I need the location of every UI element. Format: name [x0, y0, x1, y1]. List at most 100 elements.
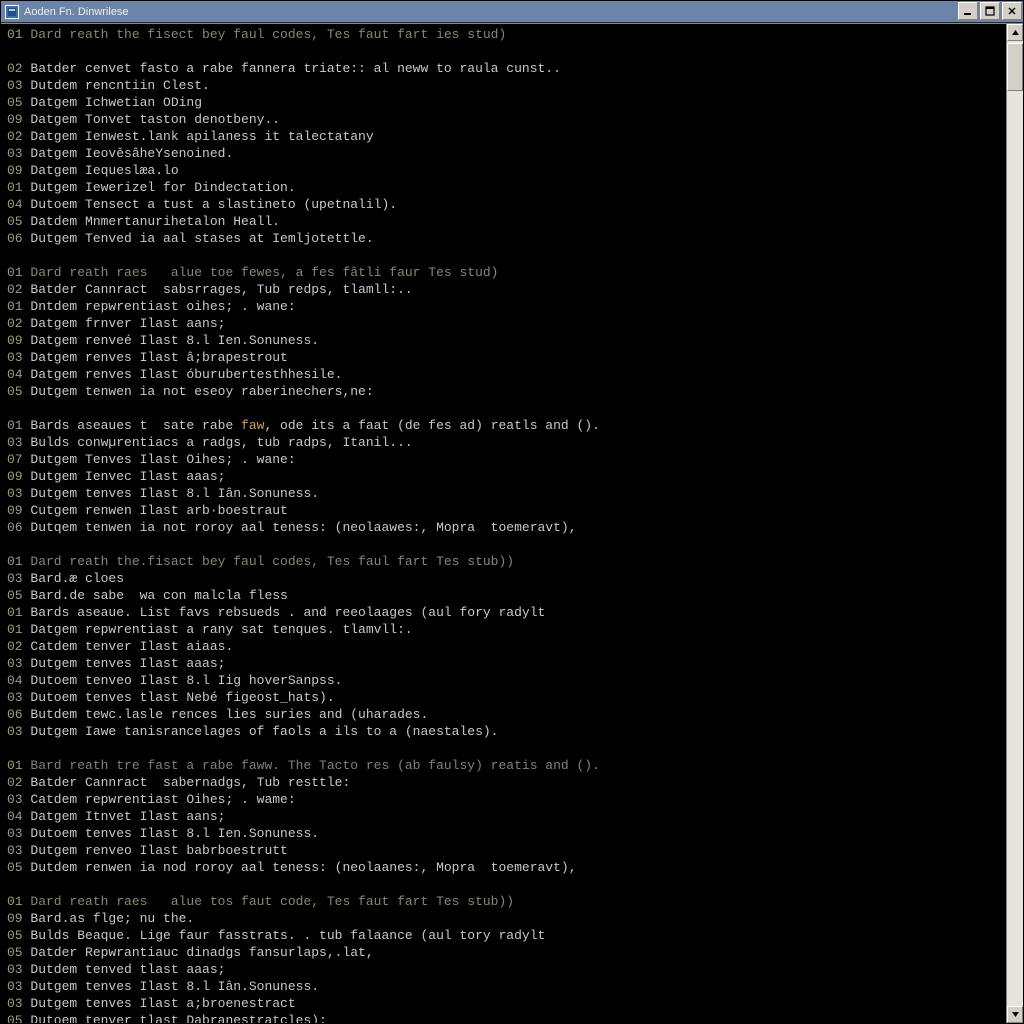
- terminal-line: 04 Datgem Itnvet Ilast aans;: [7, 808, 1002, 825]
- terminal-line: 06 Butdem tewc.lasle rences lies suries …: [7, 706, 1002, 723]
- line-number: 03: [7, 350, 30, 365]
- line-text: Datgem Itnvet Ilast aans;: [30, 809, 225, 824]
- terminal-line: [7, 536, 1002, 553]
- line-number: 06: [7, 707, 30, 722]
- terminal-line: 09 Datgem Iequeslæa.lo: [7, 162, 1002, 179]
- line-number: 03: [7, 979, 30, 994]
- line-text: Dutoem tenves tlast Nebé figeost_hats).: [30, 690, 334, 705]
- app-icon: [5, 5, 19, 19]
- line-text: Bulds Beaque. Lige faur fasstrats. . tub…: [30, 928, 545, 943]
- line-number: 06: [7, 231, 30, 246]
- line-number: 02: [7, 775, 30, 790]
- terminal-line: 03 Bulds conwµrentiacs a radgs, tub radp…: [7, 434, 1002, 451]
- line-text: Batder Cannract sabernadgs, Tub resttle:: [30, 775, 350, 790]
- terminal-output: 01 Dard reath the fisect bey faul codes,…: [1, 24, 1006, 1023]
- line-text: Dard reath raes alue tos faut code, Tes …: [30, 894, 514, 909]
- terminal-line: 02 Batder Cannract sabsrrages, Tub redps…: [7, 281, 1002, 298]
- terminal-line: 03 Dutoem tenves tlast Nebé figeost_hats…: [7, 689, 1002, 706]
- vertical-scrollbar[interactable]: [1006, 24, 1023, 1023]
- terminal-line: 07 Dutgem Tenves Ilast Oihes; . wane:: [7, 451, 1002, 468]
- line-number: 04: [7, 367, 30, 382]
- line-text: Butdem tewc.lasle rences lies suries and…: [30, 707, 428, 722]
- terminal-line: 01 Dutgem Iewerizel for Dindectation.: [7, 179, 1002, 196]
- line-text: Dutoem tenveo Ilast 8.l Iig hoverSanpss.: [30, 673, 342, 688]
- line-number: 04: [7, 197, 30, 212]
- terminal-line: 01 Bards aseaues t sate rabe faw, ode it…: [7, 417, 1002, 434]
- scroll-up-button[interactable]: [1007, 24, 1023, 41]
- line-text: Dutgem tenves Ilast a;broenestract: [30, 996, 295, 1011]
- minimize-button[interactable]: [958, 2, 978, 20]
- terminal-line: 04 Dutoem Tensect a tust a slastineto (u…: [7, 196, 1002, 213]
- line-text: Bard.as flge; nu the.: [30, 911, 194, 926]
- line-text: Datgem Ichwetian ODing: [30, 95, 202, 110]
- terminal-line: 03 Dutgem tenves Ilast 8.l Iân.Sonuness.: [7, 485, 1002, 502]
- terminal-line: 09 Cutgem renwen Ilast arb·boestraut: [7, 502, 1002, 519]
- terminal-line: 05 Datdem Mnmertanurihetalon Heall.: [7, 213, 1002, 230]
- line-text: Batder Cannract sabsrrages, Tub redps, t…: [30, 282, 412, 297]
- terminal-line: 09 Dutgem Ienvec Ilast aaas;: [7, 468, 1002, 485]
- line-text: Dard reath the.fisact bey faul codes, Te…: [30, 554, 514, 569]
- line-number: 05: [7, 928, 30, 943]
- line-text: Dutgem Iawe tanisrancelages of faols a i…: [30, 724, 498, 739]
- line-number: 05: [7, 945, 30, 960]
- line-text: Dutgem Tenved ia aal stases at Iemljotet…: [30, 231, 373, 246]
- line-number: 02: [7, 639, 30, 654]
- line-text: Datgem repwrentiast a rany sat tenques. …: [30, 622, 412, 637]
- terminal-line: 02 Batder Cannract sabernadgs, Tub restt…: [7, 774, 1002, 791]
- line-text: Datder Repwrantiauc dinadgs fansurlaps,.…: [30, 945, 373, 960]
- line-number: 02: [7, 129, 30, 144]
- scroll-track[interactable]: [1007, 41, 1023, 1006]
- minimize-icon: [963, 6, 973, 16]
- terminal-line: [7, 876, 1002, 893]
- terminal-line: 09 Datgem renveé Ilast 8.l Ien.Sonuness.: [7, 332, 1002, 349]
- line-number: 04: [7, 809, 30, 824]
- terminal-line: 04 Dutoem tenveo Ilast 8.l Iig hoverSanp…: [7, 672, 1002, 689]
- line-number: 03: [7, 571, 30, 586]
- terminal-line: 03 Dutdem tenved tlast aaas;: [7, 961, 1002, 978]
- line-number: 03: [7, 690, 30, 705]
- terminal-line: 03 Datgem IeověsâheYsenoined.: [7, 145, 1002, 162]
- chevron-down-icon: [1011, 1010, 1020, 1019]
- terminal-line: 03 Dutgem tenves Ilast a;broenestract: [7, 995, 1002, 1012]
- terminal-line: 01 Datgem repwrentiast a rany sat tenque…: [7, 621, 1002, 638]
- line-number: 01: [7, 758, 30, 773]
- terminal-line: 05 Dutgem tenwen ia not eseoy raberinech…: [7, 383, 1002, 400]
- line-number: 03: [7, 724, 30, 739]
- terminal-line: 03 Datgem renves Ilast â;brapestrout: [7, 349, 1002, 366]
- line-text: Dutdem renwen ia nod roroy aal teness: (…: [30, 860, 576, 875]
- scroll-thumb[interactable]: [1007, 43, 1023, 91]
- terminal-line: 06 Dutqem tenwen ia not roroy aal teness…: [7, 519, 1002, 536]
- line-number: 01: [7, 418, 30, 433]
- terminal-line: 03 Dutdem rencntiin Clest.: [7, 77, 1002, 94]
- line-text: Dard reath raes alue toe fewes, a fes fâ…: [30, 265, 498, 280]
- line-text: Bard reath tre fast a rabe faww. The Tac…: [30, 758, 600, 773]
- line-number: 01: [7, 180, 30, 195]
- line-number: 03: [7, 435, 30, 450]
- chevron-up-icon: [1011, 28, 1020, 37]
- terminal-line: 04 Datgem renves Ilast óburubertesthhesi…: [7, 366, 1002, 383]
- line-number: 03: [7, 486, 30, 501]
- line-text: Catdem repwrentiast Oihes; . wame:: [30, 792, 295, 807]
- line-text: Bards aseaues t sate rabe faw, ode its a…: [30, 418, 600, 433]
- line-number: 03: [7, 78, 30, 93]
- line-number: 05: [7, 214, 30, 229]
- line-number: 01: [7, 605, 30, 620]
- line-number: 03: [7, 792, 30, 807]
- line-number: 05: [7, 588, 30, 603]
- line-text: Datgem IeověsâheYsenoined.: [30, 146, 233, 161]
- line-text: Datgem renves Ilast óburubertesthhesile.: [30, 367, 342, 382]
- line-text: Dutgem tenves Ilast 8.l Iân.Sonuness.: [30, 979, 319, 994]
- scroll-down-button[interactable]: [1007, 1006, 1023, 1023]
- window-controls: [957, 1, 1023, 22]
- terminal-line: 01 Bard reath tre fast a rabe faww. The …: [7, 757, 1002, 774]
- line-text: Dutgem tenwen ia not eseoy raberinechers…: [30, 384, 373, 399]
- terminal-line: [7, 43, 1002, 60]
- line-number: 01: [7, 894, 30, 909]
- maximize-button[interactable]: [980, 2, 1000, 20]
- line-text: Datgem renves Ilast â;brapestrout: [30, 350, 287, 365]
- terminal-line: 01 Dard reath the.fisact bey faul codes,…: [7, 553, 1002, 570]
- line-number: 02: [7, 61, 30, 76]
- close-button[interactable]: [1002, 2, 1022, 20]
- line-number: 09: [7, 163, 30, 178]
- terminal-line: 05 Dutoem tenver tlast Dabranestratcles)…: [7, 1012, 1002, 1023]
